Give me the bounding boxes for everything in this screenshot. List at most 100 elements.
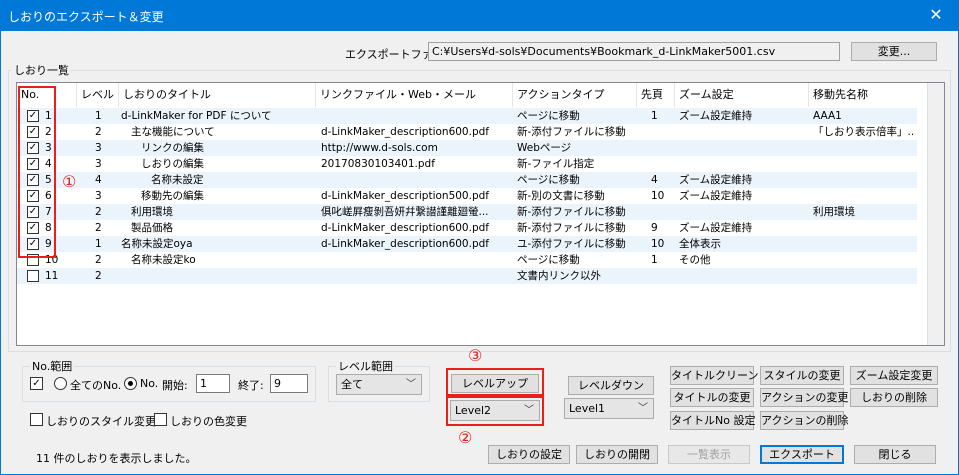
table-row[interactable]: ✓ 1 1 d-LinkMaker for PDF について ページに移動 1 ズーム設定維… — [17, 108, 917, 124]
row-title: 利用環境 — [131, 206, 173, 218]
table-row[interactable]: ✓ 4 3 しおりの編集 20170830103401.pdf 新-ファイル指定 — [17, 156, 917, 172]
table-row[interactable]: ✓ 3 3 リンクの編集 http://www.d-sols.com Webページ — [17, 140, 917, 156]
row-action: 新-添付ファイルに移動 — [517, 126, 626, 138]
row-title: 名称未設定 — [151, 174, 204, 186]
row-link: d-LinkMaker_description600.pdf — [321, 238, 489, 250]
row-zoom: 全体表示 — [679, 238, 721, 250]
row-page — [651, 156, 675, 172]
column-header-title[interactable]: しおりのタイトル — [119, 83, 316, 107]
row-page: 9 — [651, 222, 658, 234]
row-dest: 「しおり表示倍率」... — [813, 126, 913, 138]
level-up-button[interactable]: レベルアップ — [451, 374, 539, 393]
table-row[interactable]: 11 2 文書内リンク以外 — [17, 268, 917, 284]
row-page: 4 — [651, 174, 658, 186]
row-dest — [813, 236, 913, 252]
table-row[interactable]: ✓ 2 2 主な機能について d-LinkMaker_description600.pd… — [17, 124, 917, 140]
row-checkbox[interactable] — [27, 270, 39, 282]
bookmark-open-close-button[interactable]: しおりの開閉 — [576, 445, 658, 464]
style-change-button[interactable]: スタイルの変更 — [760, 366, 844, 385]
row-link: d-LinkMaker_description600.pdf — [321, 126, 489, 138]
window-title: しおりのエクスポート＆変更 — [8, 10, 164, 24]
color-change-checkbox[interactable] — [154, 413, 167, 426]
row-action: ページに移動 — [517, 174, 580, 186]
export-button[interactable]: エクスポート — [760, 445, 844, 464]
action-delete-button[interactable]: アクションの削除 — [760, 411, 848, 430]
annotation-box-1 — [18, 86, 56, 258]
delete-bookmark-button[interactable]: しおりの削除 — [850, 388, 938, 407]
bookmark-settings-button[interactable]: しおりの設定 — [488, 445, 570, 464]
no-range-label: No.範囲 — [30, 358, 75, 374]
row-title: 主な機能について — [131, 126, 215, 138]
row-zoom — [679, 140, 809, 156]
title-change-button[interactable]: タイトルの変更 — [670, 388, 754, 407]
table-row[interactable]: ✓ 6 3 移動先の編集 d-LinkMaker_description500.pdf 新… — [17, 188, 917, 204]
close-button[interactable]: 閉じる — [854, 445, 936, 464]
all-no-label: 全てのNo. — [70, 379, 122, 392]
change-file-button[interactable]: 変更... — [851, 42, 937, 61]
level-range-select[interactable]: 全て ﹀ — [336, 374, 422, 395]
column-header-zoom[interactable]: ズーム設定 — [675, 83, 809, 107]
level-up-select[interactable]: Level2 ﹀ — [450, 400, 540, 421]
column-header-level[interactable]: レベル — [77, 83, 119, 107]
table-row[interactable]: 10 2 名称未設定ko ページに移動 1 その他 — [17, 252, 917, 268]
row-page — [651, 140, 675, 156]
row-dest — [813, 188, 913, 204]
row-level: 1 — [95, 110, 102, 122]
row-page: 10 — [651, 238, 665, 250]
column-header-link[interactable]: リンクファイル・Web・メール — [316, 83, 513, 107]
row-page — [651, 124, 675, 140]
column-header-dest[interactable]: 移動先名称 — [809, 83, 929, 107]
chevron-down-icon: ﹀ — [406, 379, 416, 390]
title-clean-button[interactable]: タイトルクリーン — [670, 366, 758, 385]
row-action: ページに移動 — [517, 110, 580, 122]
color-change-label: しおりの色変更 — [170, 415, 247, 428]
row-level: 2 — [95, 222, 102, 234]
start-input[interactable]: 1 — [196, 374, 230, 393]
close-icon[interactable]: ✕ — [913, 0, 959, 31]
no-range-checkbox[interactable]: ✓ — [30, 377, 43, 390]
bookmark-table[interactable]: No. レベル しおりのタイトル リンクファイル・Web・メール アクションタイ… — [16, 82, 945, 346]
table-row[interactable]: ✓ 7 2 利用環境 俱叱嵯屛瘦剝吾妍幷繋譛謹離廻螢... 新-添付ファイルに移動 利用環境 — [17, 204, 917, 220]
zoom-change-button[interactable]: ズーム設定変更 — [850, 366, 938, 385]
row-title: 名称未設定oya — [121, 238, 193, 250]
annotation-3: ③ — [468, 346, 483, 365]
row-dest — [813, 252, 913, 268]
level-down-select[interactable]: Level1 ﹀ — [564, 398, 654, 419]
all-no-radio[interactable] — [54, 377, 67, 390]
row-link — [321, 268, 513, 284]
row-dest — [813, 156, 913, 172]
column-header-page[interactable]: 先頁 — [637, 83, 675, 107]
start-label: 開始: — [162, 379, 188, 392]
row-level: 2 — [95, 270, 102, 282]
no-radio[interactable] — [124, 377, 137, 390]
list-view-button[interactable]: 一覧表示 — [668, 445, 750, 464]
bookmark-list-label: しおり一覧 — [12, 62, 71, 78]
row-action: ページに移動 — [517, 254, 580, 266]
vertical-scrollbar[interactable] — [927, 83, 944, 345]
row-dest: 利用環境 — [813, 206, 855, 218]
row-action: 新-別の文書に移動 — [517, 190, 605, 202]
row-dest: AAA1 — [813, 110, 842, 122]
title-bar: しおりのエクスポート＆変更 ✕ — [0, 0, 959, 31]
row-title: 移動先の編集 — [141, 190, 204, 202]
row-page: 1 — [651, 110, 658, 122]
row-zoom — [679, 156, 809, 172]
row-link — [321, 172, 513, 188]
end-input[interactable]: 9 — [270, 374, 308, 393]
table-row[interactable]: ✓ 5 4 名称未設定 ページに移動 4 ズーム設定維持 — [17, 172, 917, 188]
title-no-button[interactable]: タイトルNo 設定 — [670, 411, 755, 430]
table-row[interactable]: ✓ 8 2 製品価格 d-LinkMaker_description600.pdf 新-添… — [17, 220, 917, 236]
row-dest — [813, 268, 913, 284]
action-change-button[interactable]: アクションの変更 — [760, 388, 848, 407]
row-level: 4 — [95, 174, 102, 186]
style-change-checkbox[interactable] — [30, 413, 43, 426]
table-row[interactable]: ✓ 9 1 名称未設定oya d-LinkMaker_description600.pd… — [17, 236, 917, 252]
row-page: 1 — [651, 254, 658, 266]
row-action: 新-ファイル指定 — [517, 158, 595, 170]
column-header-action[interactable]: アクションタイプ — [513, 83, 637, 107]
row-zoom: ズーム設定維持 — [679, 174, 753, 186]
row-level: 3 — [95, 158, 102, 170]
row-link: d-LinkMaker_description600.pdf — [321, 222, 489, 234]
row-link — [321, 108, 513, 124]
level-down-button[interactable]: レベルダウン — [568, 376, 654, 395]
